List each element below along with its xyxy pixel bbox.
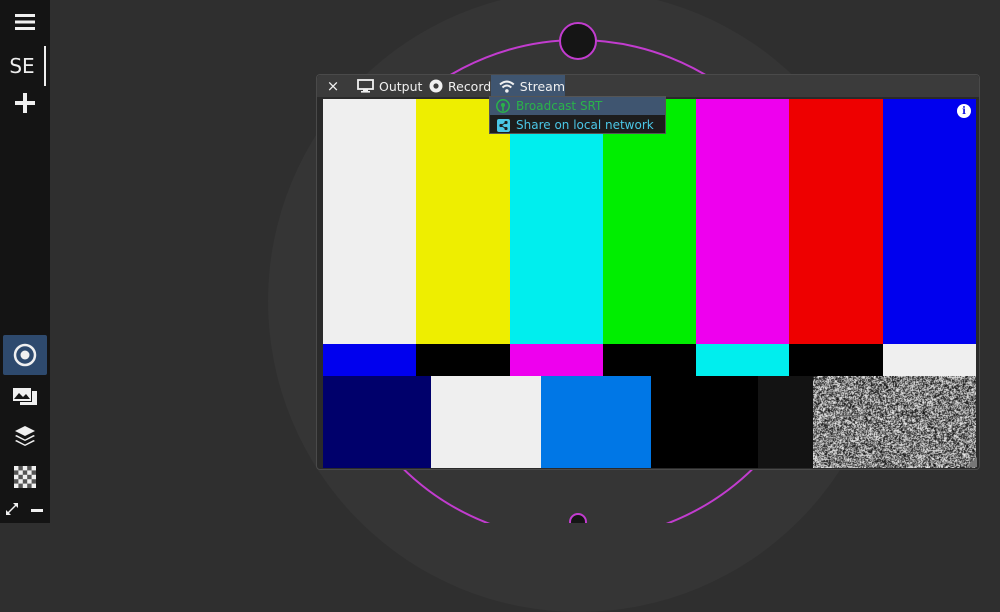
tab-output-label: Output [379, 78, 423, 94]
color-bar [789, 99, 884, 344]
menu-item-share-local-network[interactable]: Share on local network [490, 116, 665, 134]
test-pattern-preview: i [323, 99, 976, 468]
color-bar [416, 99, 511, 344]
color-bar [696, 344, 791, 376]
expand-icon [6, 503, 18, 515]
menu-item-broadcast-srt[interactable]: Broadcast SRT [490, 97, 665, 115]
scene-button[interactable] [3, 376, 47, 416]
window-tabbar: × Output Record Stream [317, 75, 979, 97]
plus-icon [15, 93, 35, 113]
color-bar [602, 99, 697, 344]
color-bar [509, 344, 604, 376]
target-button[interactable] [3, 335, 47, 375]
static-noise-block [813, 376, 976, 468]
add-button[interactable] [3, 83, 47, 123]
tab-record-label: Record [448, 78, 492, 94]
scene-icon [13, 388, 37, 405]
expand-button[interactable] [2, 495, 22, 523]
color-bar [789, 344, 884, 376]
menu-button[interactable] [3, 2, 47, 42]
close-button[interactable]: × [326, 75, 340, 97]
wifi-icon [499, 80, 515, 93]
layers-button[interactable] [3, 416, 47, 456]
resize-grip-icon[interactable] [967, 457, 977, 467]
color-bar [416, 344, 511, 376]
color-bar [758, 376, 813, 468]
tab-stream-label: Stream [519, 78, 565, 94]
checkerboard-icon [14, 466, 36, 488]
color-bar [882, 344, 976, 376]
menu-icon [15, 14, 35, 30]
layers-icon [15, 426, 35, 446]
session-label[interactable]: SE [0, 46, 46, 86]
color-bar [323, 344, 417, 376]
color-bar [602, 344, 697, 376]
color-bar [882, 99, 976, 344]
target-icon [13, 343, 37, 367]
menu-item-label: Share on local network [516, 118, 654, 132]
record-icon [429, 79, 443, 93]
color-bar [696, 99, 791, 344]
left-toolbar: SE [0, 0, 50, 523]
broadcast-icon [496, 99, 510, 113]
color-bar [541, 376, 651, 468]
monitor-icon [357, 79, 374, 93]
tab-output[interactable]: Output [353, 75, 426, 97]
color-bar [509, 99, 604, 344]
stream-dropdown-menu: Broadcast SRT Share on local network [489, 96, 666, 134]
color-bar [323, 376, 431, 468]
menu-item-label: Broadcast SRT [516, 99, 603, 113]
minus-icon [31, 509, 43, 512]
tab-record[interactable]: Record [425, 75, 495, 97]
color-bar [323, 99, 417, 344]
color-bar [431, 376, 541, 468]
color-bar [651, 376, 758, 468]
share-icon [496, 118, 510, 132]
tab-stream[interactable]: Stream [491, 75, 565, 97]
checkerboard-button[interactable] [3, 457, 47, 497]
minus-button[interactable] [26, 495, 48, 523]
info-icon[interactable]: i [957, 104, 971, 118]
